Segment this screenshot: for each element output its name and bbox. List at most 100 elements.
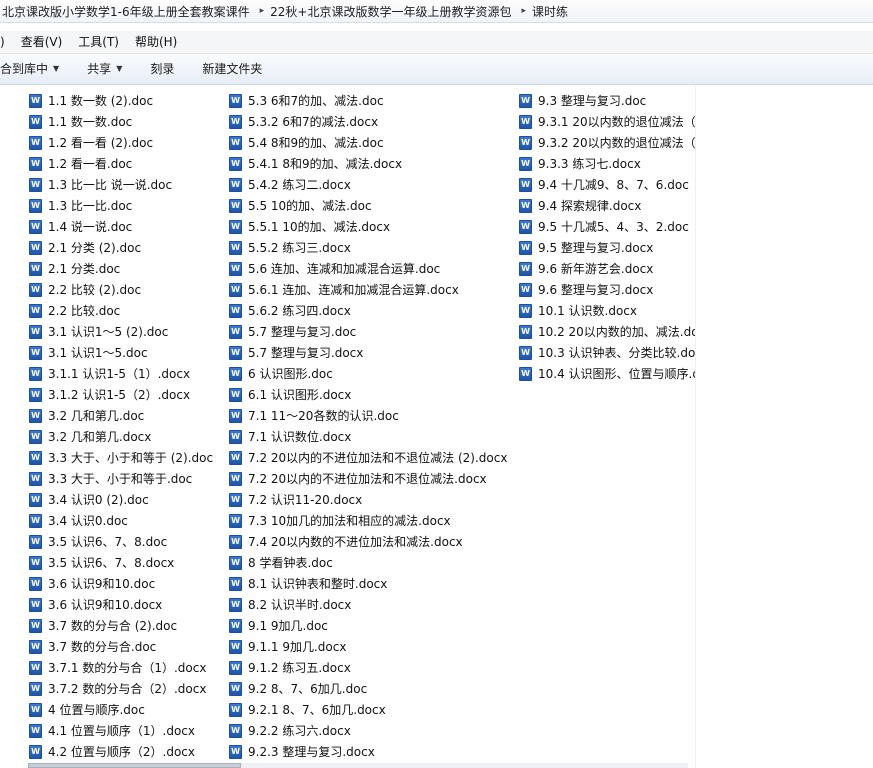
scrollbar-thumb[interactable]: [28, 763, 241, 768]
file-item[interactable]: W 3.1 认识1～5.doc: [29, 342, 213, 363]
file-item[interactable]: W 2.2 比较.doc: [29, 300, 213, 321]
file-item[interactable]: W 9.5 十几减5、4、3、2.doc: [519, 216, 695, 237]
file-item[interactable]: W 3.1.2 认识1-5（2）.docx: [29, 384, 213, 405]
file-item[interactable]: W 9.6 新年游艺会.docx: [519, 258, 695, 279]
file-item[interactable]: W 5.5 10的加、减法.doc: [229, 195, 507, 216]
file-item[interactable]: W 5.7 整理与复习.docx: [229, 342, 507, 363]
address-bar[interactable]: 北京课改版小学数学1-6年级上册全套教案课件 ▸ 22秋+北京课改版数学一年级上…: [0, 0, 873, 23]
file-item[interactable]: W 9.2.3 整理与复习.docx: [229, 741, 507, 762]
file-item[interactable]: W 5.5.2 练习三.docx: [229, 237, 507, 258]
file-item[interactable]: W 8 学看钟表.doc: [229, 552, 507, 573]
file-item[interactable]: W 5.4 8和9的加、减法.doc: [229, 132, 507, 153]
file-item[interactable]: W 9.2.1 8、7、6加几.docx: [229, 699, 507, 720]
menu-bar: ) 查看(V) 工具(T) 帮助(H): [0, 31, 873, 54]
file-item[interactable]: W 9.4 探索规律.docx: [519, 195, 695, 216]
file-item[interactable]: W 9.2.2 练习六.docx: [229, 720, 507, 741]
file-item[interactable]: W 10.1 认识数.docx: [519, 300, 695, 321]
file-item[interactable]: W 5.6.2 练习四.docx: [229, 300, 507, 321]
menu-edit[interactable]: ): [0, 31, 13, 53]
file-name: 2.1 分类.doc: [48, 262, 121, 276]
file-item[interactable]: W 8.2 认识半时.docx: [229, 594, 507, 615]
file-item[interactable]: W 9.3.2 20以内数的退位减法（2: [519, 132, 695, 153]
file-item[interactable]: W 3.6 认识9和10.docx: [29, 594, 213, 615]
file-item[interactable]: W 1.2 看一看 (2).doc: [29, 132, 213, 153]
file-item[interactable]: W 1.3 比一比 说一说.doc: [29, 174, 213, 195]
file-item[interactable]: W 7.2 20以内的不进位加法和不退位减法 (2).docx: [229, 447, 507, 468]
file-item[interactable]: W 3.5 认识6、7、8.docx: [29, 552, 213, 573]
file-item[interactable]: W 5.5.1 10的加、减法.docx: [229, 216, 507, 237]
file-item[interactable]: W 2.2 比较 (2).doc: [29, 279, 213, 300]
file-item[interactable]: W 9.1.2 练习五.docx: [229, 657, 507, 678]
file-item[interactable]: W 1.4 说一说.doc: [29, 216, 213, 237]
menu-help[interactable]: 帮助(H): [127, 31, 185, 53]
file-item[interactable]: W 3.1.1 认识1-5（1）.docx: [29, 363, 213, 384]
file-item[interactable]: W 3.7 数的分与合.doc: [29, 636, 213, 657]
breadcrumb-item[interactable]: 课时练: [532, 3, 572, 20]
file-item[interactable]: W 3.4 认识0 (2).doc: [29, 489, 213, 510]
file-item[interactable]: W 7.1 11～20各数的认识.doc: [229, 405, 507, 426]
file-item[interactable]: W 3.3 大于、小于和等于 (2).doc: [29, 447, 213, 468]
file-item[interactable]: W 3.7 数的分与合 (2).doc: [29, 615, 213, 636]
file-item[interactable]: W 1.1 数一数 (2).doc: [29, 90, 213, 111]
file-item[interactable]: W 10.3 认识钟表、分类比较.doc: [519, 342, 695, 363]
breadcrumb-item[interactable]: 22秋+北京课改版数学一年级上册教学资源包: [270, 3, 515, 20]
file-item[interactable]: W 3.1 认识1～5 (2).doc: [29, 321, 213, 342]
file-item[interactable]: W 9.3 整理与复习.doc: [519, 90, 695, 111]
file-name: 10.4 认识图形、位置与顺序.d: [538, 367, 695, 381]
file-item[interactable]: W 1.2 看一看.doc: [29, 153, 213, 174]
file-item[interactable]: W 3.2 几和第几.doc: [29, 405, 213, 426]
new-folder-button[interactable]: 新建文件夹: [188, 54, 276, 84]
file-item[interactable]: W 5.4.1 8和9的加、减法.docx: [229, 153, 507, 174]
file-item[interactable]: W 5.7 整理与复习.doc: [229, 321, 507, 342]
file-item[interactable]: W 5.6 连加、连减和加减混合运算.doc: [229, 258, 507, 279]
file-item[interactable]: W 9.2 8、7、6加几.doc: [229, 678, 507, 699]
chevron-right-icon[interactable]: ▸: [515, 6, 532, 16]
file-item[interactable]: W 3.7.2 数的分与合（2）.docx: [29, 678, 213, 699]
file-item[interactable]: W 3.6 认识9和10.doc: [29, 573, 213, 594]
file-item[interactable]: W 6.1 认识图形.docx: [229, 384, 507, 405]
file-item[interactable]: W 9.1.1 9加几.docx: [229, 636, 507, 657]
file-item[interactable]: W 2.1 分类 (2).doc: [29, 237, 213, 258]
horizontal-scrollbar[interactable]: [28, 763, 688, 768]
file-item[interactable]: W 5.3 6和7的加、减法.doc: [229, 90, 507, 111]
file-item[interactable]: W 9.3.1 20以内数的退位减法（1: [519, 111, 695, 132]
file-item[interactable]: W 5.4.2 练习二.docx: [229, 174, 507, 195]
file-item[interactable]: W 4.1 位置与顺序（1）.docx: [29, 720, 213, 741]
file-item[interactable]: W 9.4 十几减9、8、7、6.doc: [519, 174, 695, 195]
file-item[interactable]: W 9.5 整理与复习.docx: [519, 237, 695, 258]
file-item[interactable]: W 1.3 比一比.doc: [29, 195, 213, 216]
file-list[interactable]: W 1.1 数一数 (2).doc W 1.1 数一数.doc W 1.2 看一看 (2)…: [0, 85, 695, 768]
file-item[interactable]: W 8.1 认识钟表和整时.docx: [229, 573, 507, 594]
file-item[interactable]: W 7.2 20以内的不进位加法和不退位减法.docx: [229, 468, 507, 489]
file-item[interactable]: W 3.7.1 数的分与合（1）.docx: [29, 657, 213, 678]
include-in-library-button[interactable]: 合到库中 ▼: [0, 54, 73, 84]
share-button[interactable]: 共享 ▼: [73, 54, 136, 84]
word-document-icon: W: [229, 639, 242, 654]
file-name: 7.2 认识11-20.docx: [248, 493, 363, 507]
file-item[interactable]: W 3.3 大于、小于和等于.doc: [29, 468, 213, 489]
file-item[interactable]: W 3.5 认识6、7、8.doc: [29, 531, 213, 552]
breadcrumb-item[interactable]: 北京课改版小学数学1-6年级上册全套教案课件: [0, 3, 254, 20]
file-item[interactable]: W 7.2 认识11-20.docx: [229, 489, 507, 510]
file-item[interactable]: W 7.1 认识数位.docx: [229, 426, 507, 447]
file-item[interactable]: W 3.2 几和第几.docx: [29, 426, 213, 447]
menu-tools[interactable]: 工具(T): [70, 31, 127, 53]
file-item[interactable]: W 9.3.3 练习七.docx: [519, 153, 695, 174]
chevron-right-icon[interactable]: ▸: [254, 6, 271, 16]
file-item[interactable]: W 3.4 认识0.doc: [29, 510, 213, 531]
burn-button[interactable]: 刻录: [136, 54, 188, 84]
file-item[interactable]: W 6 认识图形.doc: [229, 363, 507, 384]
file-item[interactable]: W 5.3.2 6和7的减法.docx: [229, 111, 507, 132]
file-item[interactable]: W 4.2 位置与顺序（2）.docx: [29, 741, 213, 762]
file-item[interactable]: W 5.6.1 连加、连减和加减混合运算.docx: [229, 279, 507, 300]
file-item[interactable]: W 4 位置与顺序.doc: [29, 699, 213, 720]
file-item[interactable]: W 7.3 10加几的加法和相应的减法.docx: [229, 510, 507, 531]
file-item[interactable]: W 9.6 整理与复习.docx: [519, 279, 695, 300]
file-item[interactable]: W 9.1 9加几.doc: [229, 615, 507, 636]
file-item[interactable]: W 10.4 认识图形、位置与顺序.d: [519, 363, 695, 384]
file-item[interactable]: W 1.1 数一数.doc: [29, 111, 213, 132]
file-item[interactable]: W 10.2 20以内数的加、减法.do: [519, 321, 695, 342]
menu-view[interactable]: 查看(V): [13, 31, 71, 53]
file-item[interactable]: W 2.1 分类.doc: [29, 258, 213, 279]
file-item[interactable]: W 7.4 20以内数的不进位加法和减法.docx: [229, 531, 507, 552]
